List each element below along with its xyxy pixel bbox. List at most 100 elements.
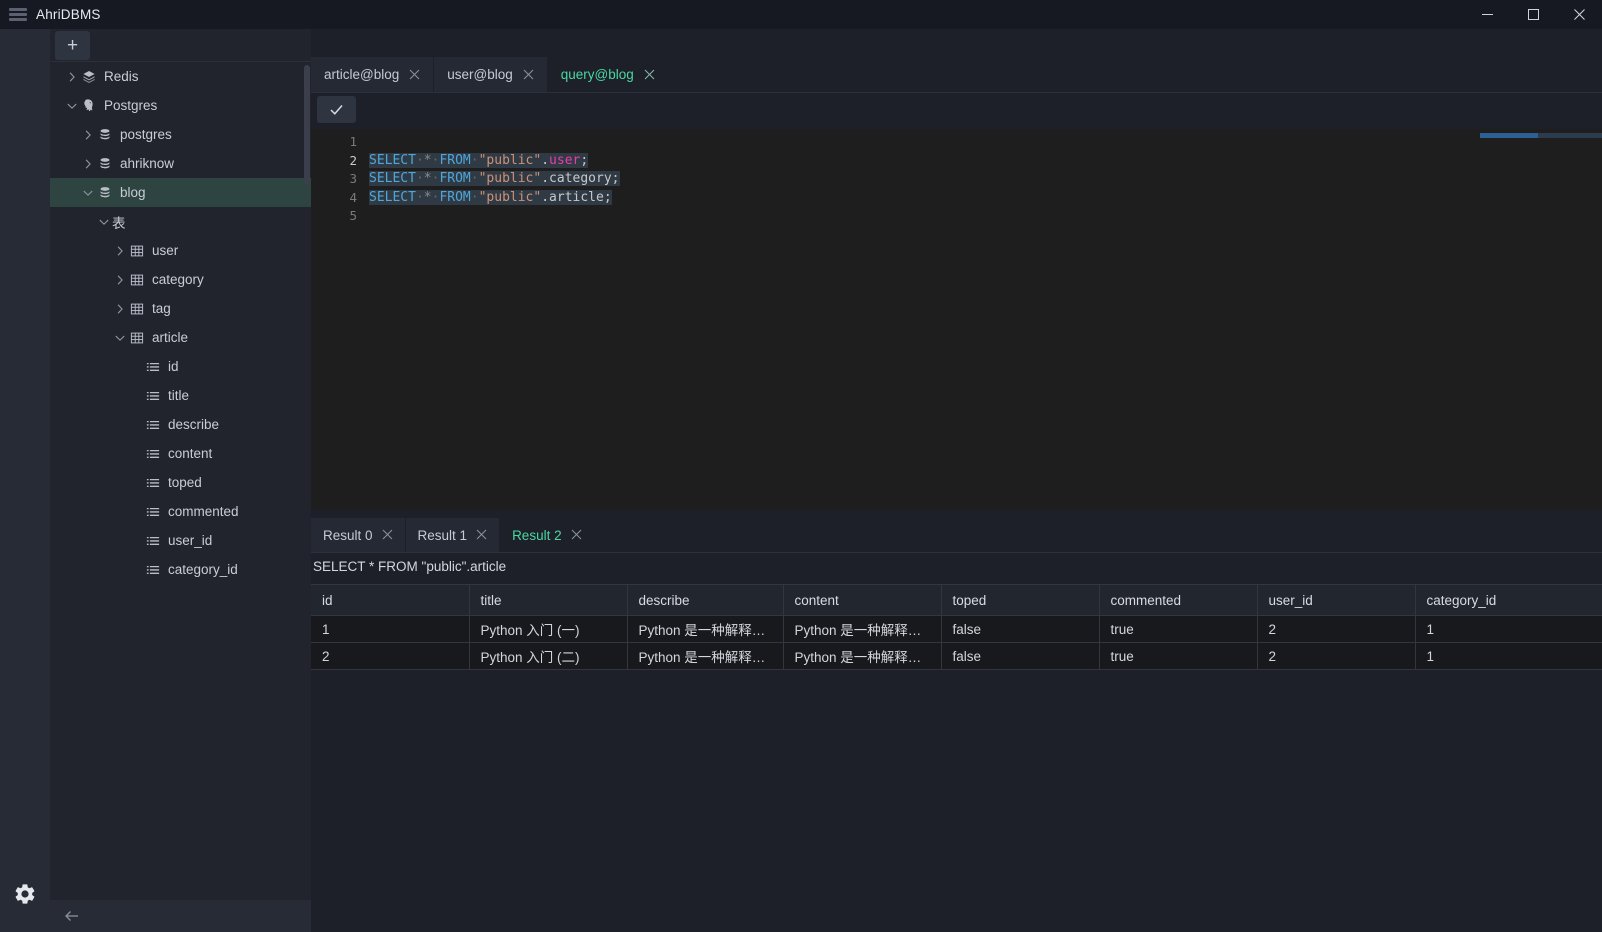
table-cell[interactable]: Python 是一种解释型... — [627, 615, 784, 643]
table-cell[interactable]: 1 — [1415, 615, 1602, 643]
column-icon — [144, 388, 162, 404]
editor-tab[interactable]: article@blog — [311, 57, 435, 92]
column-header[interactable]: title — [469, 584, 628, 616]
table-row[interactable]: 2 Python 入门 (二) Python 是一种解释型... Python 是一种… — [311, 642, 1602, 670]
postgres-elephant-icon — [80, 98, 98, 114]
table-body: 1 Python 入门 (一) Python 是一种解释型... Python 是一种… — [311, 615, 1602, 670]
editor-tab[interactable]: query@blog — [547, 57, 669, 92]
table-cell[interactable]: 2 — [311, 642, 470, 670]
table-cell[interactable]: Python 是一种解释型... — [783, 642, 942, 670]
arrow-left-icon[interactable] — [62, 906, 82, 926]
tree-item-Redis[interactable]: Redis — [50, 62, 311, 91]
database-icon — [96, 127, 114, 143]
chevron-right-icon[interactable] — [112, 243, 128, 259]
maximize-button[interactable] — [1510, 0, 1556, 29]
column-header[interactable]: content — [783, 584, 942, 616]
column-header[interactable]: commented — [1099, 584, 1258, 616]
table-icon — [128, 330, 146, 346]
close-icon[interactable] — [644, 68, 655, 82]
chevron-right-icon[interactable] — [80, 156, 96, 172]
tree-item-user_id[interactable]: user_id — [50, 526, 311, 555]
editor-code[interactable]: SELECT·*·FROM·"public".user; SELECT·*·FR… — [369, 133, 1602, 510]
table-cell[interactable]: 1 — [1415, 642, 1602, 670]
tree-item-commented[interactable]: commented — [50, 497, 311, 526]
code-line: SELECT·*·FROM·"public".article; — [369, 189, 612, 205]
editor-tab-label: user@blog — [447, 67, 513, 82]
chevron-down-icon[interactable] — [96, 214, 112, 230]
tree-item-title[interactable]: title — [50, 381, 311, 410]
column-header[interactable]: id — [311, 584, 470, 616]
close-icon[interactable] — [571, 528, 582, 542]
close-icon[interactable] — [523, 68, 534, 82]
redis-cube-icon — [80, 69, 98, 85]
tree-item-category[interactable]: category — [50, 265, 311, 294]
chevron-down-icon[interactable] — [64, 98, 80, 114]
table-cell[interactable]: false — [941, 642, 1100, 670]
table-cell[interactable]: false — [941, 615, 1100, 643]
tree-item-label: toped — [168, 475, 202, 490]
chevron-down-icon[interactable] — [80, 185, 96, 201]
chevron-right-icon[interactable] — [112, 272, 128, 288]
table-cell[interactable]: 1 — [311, 615, 470, 643]
tree-item-label: describe — [168, 417, 220, 432]
result-tab[interactable]: Result 2 — [500, 518, 595, 552]
table-cell[interactable]: 2 — [1257, 615, 1416, 643]
close-button[interactable] — [1556, 0, 1602, 29]
chevron-down-icon[interactable] — [112, 330, 128, 346]
tree-item-label: ahriknow — [120, 156, 175, 171]
column-header[interactable]: describe — [627, 584, 784, 616]
run-query-button[interactable] — [317, 96, 356, 123]
table-row[interactable]: 1 Python 入门 (一) Python 是一种解释型... Python 是一种… — [311, 615, 1602, 643]
column-header[interactable]: toped — [941, 584, 1100, 616]
sidebar-scrollbar[interactable] — [304, 65, 310, 185]
close-icon[interactable] — [382, 528, 393, 542]
tree-item-category_id[interactable]: category_id — [50, 555, 311, 584]
gear-icon[interactable] — [13, 882, 37, 906]
table-cell[interactable]: Python 入门 (一) — [469, 615, 628, 643]
table-cell[interactable]: true — [1099, 615, 1258, 643]
editor-tab[interactable]: user@blog — [434, 57, 548, 92]
column-header[interactable]: user_id — [1257, 584, 1416, 616]
table-cell[interactable]: true — [1099, 642, 1258, 670]
table-cell[interactable]: Python 入门 (二) — [469, 642, 628, 670]
tree-item-Postgres[interactable]: Postgres — [50, 91, 311, 120]
tree-item-label: commented — [168, 504, 239, 519]
sidebar-tab-strip: + — [50, 29, 311, 62]
tree-item-postgres[interactable]: postgres — [50, 120, 311, 149]
result-tab[interactable]: Result 1 — [405, 518, 501, 552]
editor-tab-label: query@blog — [560, 67, 634, 82]
tree-item-article[interactable]: article — [50, 323, 311, 352]
result-query-text: SELECT * FROM "public".article — [313, 558, 507, 574]
chevron-right-icon[interactable] — [64, 69, 80, 85]
sidebar-footer — [50, 900, 311, 932]
result-grid: id title describe content toped commented user… — [311, 584, 1602, 670]
sidebar: + Redis Postgres postgres ahriknow blog 表 user… — [50, 29, 311, 932]
editor-minimap[interactable] — [1476, 129, 1602, 510]
sql-editor[interactable]: 1 2 3 4 5 SELECT·*·FROM·"public".user; SELEC… — [311, 129, 1602, 510]
tree-item-describe[interactable]: describe — [50, 410, 311, 439]
result-tab[interactable]: Result 0 — [311, 518, 406, 552]
tree-item-ahriknow[interactable]: ahriknow — [50, 149, 311, 178]
table-icon — [128, 301, 146, 317]
close-icon[interactable] — [409, 68, 420, 82]
tree-item-blog[interactable]: blog — [50, 178, 311, 207]
chevron-right-icon[interactable] — [112, 301, 128, 317]
tree-item-tag[interactable]: tag — [50, 294, 311, 323]
table-cell[interactable]: 2 — [1257, 642, 1416, 670]
chevron-right-icon[interactable] — [80, 127, 96, 143]
title-bar: AhriDBMS — [0, 0, 1602, 29]
tree-item-toped[interactable]: toped — [50, 468, 311, 497]
tree-item-user[interactable]: user — [50, 236, 311, 265]
tree-item-content[interactable]: content — [50, 439, 311, 468]
tree-item-label: title — [168, 388, 190, 403]
close-icon[interactable] — [476, 528, 487, 542]
column-icon — [144, 446, 162, 462]
tree-item-[interactable]: 表 — [50, 207, 311, 236]
tree-item-id[interactable]: id — [50, 352, 311, 381]
table-cell[interactable]: Python 是一种解释型... — [783, 615, 942, 643]
minimize-button[interactable] — [1464, 0, 1510, 29]
table-cell[interactable]: Python 是一种解释型... — [627, 642, 784, 670]
column-header[interactable]: category_id — [1415, 584, 1602, 616]
add-connection-button[interactable]: + — [55, 31, 90, 60]
